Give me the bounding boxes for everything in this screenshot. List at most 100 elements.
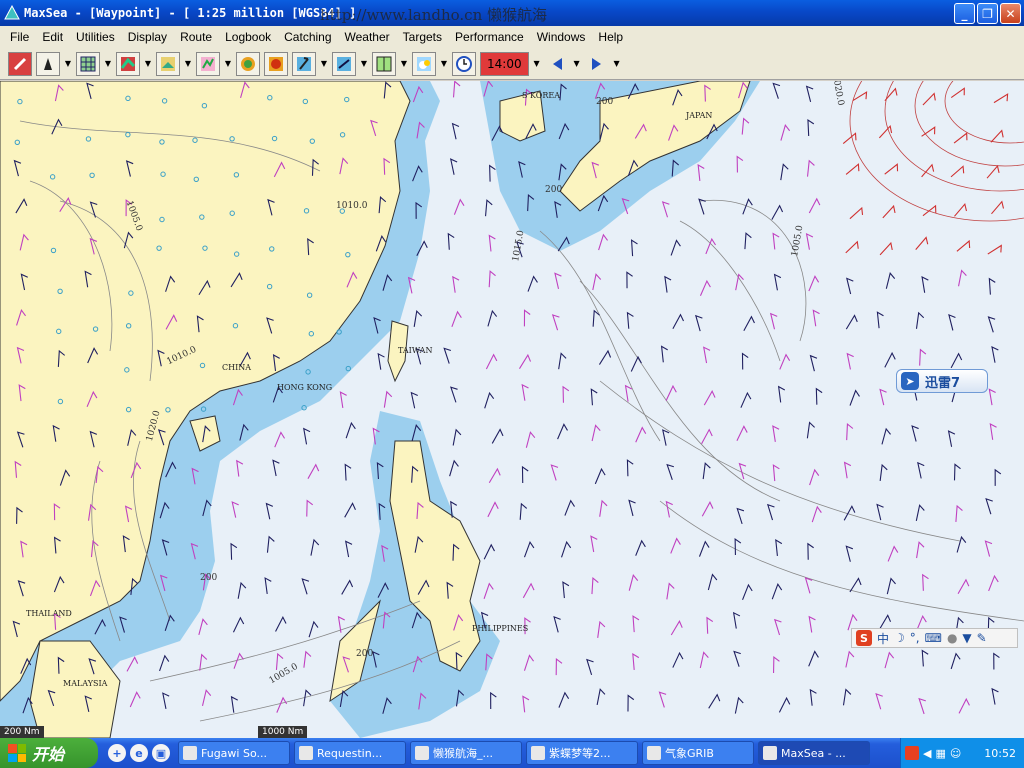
weather-layer-icon[interactable] (196, 51, 220, 76)
chevron-down-icon[interactable]: ▼ (613, 59, 621, 68)
next-icon[interactable] (585, 52, 609, 76)
chevron-down-icon[interactable]: ▼ (64, 59, 72, 68)
wind-barb (809, 688, 817, 706)
task-maxsea[interactable]: MaxSea - ... (758, 741, 870, 765)
wind-barb (875, 693, 883, 710)
minimize-icon[interactable]: _ (954, 3, 975, 24)
chevron-down-icon[interactable]: ▼ (360, 59, 368, 68)
wind-barb (773, 655, 780, 674)
chevron-down-icon[interactable]: ▼ (533, 59, 541, 68)
wind-barb (487, 309, 498, 327)
chevron-down-icon[interactable]: ▼ (400, 59, 408, 68)
north-arrow-icon[interactable] (36, 51, 60, 76)
clock[interactable]: 10:52 (984, 747, 1016, 760)
chevron-down-icon[interactable]: ▼ (320, 59, 328, 68)
wind-barb (483, 582, 494, 600)
wind-barb (991, 687, 999, 705)
menu-logbook[interactable]: Logbook (225, 30, 271, 44)
menu-help[interactable]: Help (598, 30, 623, 44)
thunder-float-widget[interactable]: ➤ 迅雷7 (896, 369, 988, 393)
menu-route[interactable]: Route (180, 30, 212, 44)
wind-barb (741, 352, 749, 370)
sogou-icon[interactable]: S (856, 630, 872, 646)
wind-barb (560, 540, 572, 558)
menu-targets[interactable]: Targets (403, 30, 442, 44)
menu-performance[interactable]: Performance (455, 30, 524, 44)
wind-barb (740, 391, 752, 408)
grid-icon[interactable] (76, 51, 100, 76)
task-grib-folder[interactable]: 气象GRIB (642, 741, 754, 765)
current-icon[interactable] (332, 51, 356, 76)
wind-barb (525, 431, 536, 448)
wind-barb (921, 649, 929, 667)
wind-barb (703, 390, 716, 406)
menu-edit[interactable]: Edit (42, 30, 63, 44)
wind-barb (126, 656, 139, 672)
network-icon[interactable]: ▦ (935, 747, 945, 760)
wind-barb-icon[interactable] (292, 51, 316, 76)
add-icon[interactable]: + (108, 744, 126, 762)
restore-icon[interactable]: ❐ (977, 3, 998, 24)
chevron-down-icon[interactable]: ▼ (104, 59, 112, 68)
close-icon[interactable]: ✕ (1000, 3, 1021, 24)
ime-chinese-mode[interactable]: 中 (877, 630, 889, 647)
user-icon[interactable]: ● (947, 631, 957, 645)
chevron-down-icon[interactable]: ▼ (144, 59, 152, 68)
split-view-icon[interactable] (372, 51, 396, 76)
wind-barb (702, 462, 711, 480)
shirt-icon[interactable]: ▼ (962, 631, 971, 645)
photo-layer-icon[interactable] (156, 51, 180, 76)
wind-barb (773, 273, 782, 291)
menu-display[interactable]: Display (128, 30, 167, 44)
keyboard-icon[interactable]: ⌨ (925, 631, 942, 645)
chevron-down-icon[interactable]: ▼ (440, 59, 448, 68)
wind-barb (662, 429, 670, 446)
qq-icon[interactable]: ☺ (950, 747, 961, 760)
menu-catching[interactable]: Catching (284, 30, 331, 44)
wind-barb (661, 201, 670, 218)
previous-icon[interactable] (545, 52, 569, 76)
ie-icon[interactable]: e (130, 744, 148, 762)
chart-map[interactable]: S KOREA JAPAN CHINA TAIWAN HONG KONG THA… (0, 81, 1024, 738)
window-controls: _ ❐ ✕ (954, 3, 1021, 24)
wind-barb (775, 539, 783, 557)
ime-toolbar[interactable]: S 中 ☽ °, ⌨ ● ▼ ✎ (851, 628, 1018, 648)
desktop-icon[interactable]: ▣ (152, 744, 170, 762)
wind-barb (230, 695, 238, 713)
wind-barb (886, 577, 896, 595)
task-requesting[interactable]: Requestin... (294, 741, 406, 765)
cloud-icon[interactable] (412, 51, 436, 76)
sogou-tray-icon[interactable] (905, 746, 919, 760)
task-fugawi[interactable]: Fugawi So... (178, 741, 290, 765)
chevron-down-icon[interactable]: ▼ (573, 59, 581, 68)
wind-barb (275, 616, 287, 632)
wind-barb (772, 232, 780, 250)
menu-weather[interactable]: Weather (345, 30, 390, 44)
menu-utilities[interactable]: Utilities (76, 30, 115, 44)
wrench-icon[interactable]: ✎ (977, 631, 987, 645)
task-zidiemeng[interactable]: 紫蝶梦等2... (526, 741, 638, 765)
wind-barb (773, 618, 782, 636)
task-landho[interactable]: 懒猴航海_... (410, 741, 522, 765)
pencil-icon[interactable] (8, 51, 32, 76)
wind-barb (699, 279, 711, 296)
time-field[interactable]: 14:00 (480, 51, 529, 76)
chevron-down-icon[interactable]: ▼ (184, 59, 192, 68)
wind-barb (522, 582, 535, 599)
moon-icon[interactable]: ☽ (894, 631, 905, 645)
chart-layer-icon[interactable] (116, 51, 140, 76)
punctuation-icon[interactable]: °, (910, 631, 920, 645)
chevron-down-icon[interactable]: ▼ (224, 59, 232, 68)
menu-file[interactable]: File (10, 30, 29, 44)
start-button[interactable]: 开始 (0, 738, 98, 768)
wind-barb (275, 652, 284, 671)
title-bar[interactable]: MaxSea - [Waypoint] - [ 1:25 million [WG… (0, 0, 1024, 26)
wind-barb (771, 582, 783, 600)
contour-icon[interactable] (236, 51, 260, 76)
arrow-left-icon[interactable]: ◀ (923, 747, 931, 760)
clock-icon[interactable] (452, 51, 476, 76)
maxsea-app-icon (763, 746, 777, 760)
menu-windows[interactable]: Windows (537, 30, 586, 44)
heatmap-icon[interactable] (264, 51, 288, 76)
wind-barb (885, 272, 896, 289)
